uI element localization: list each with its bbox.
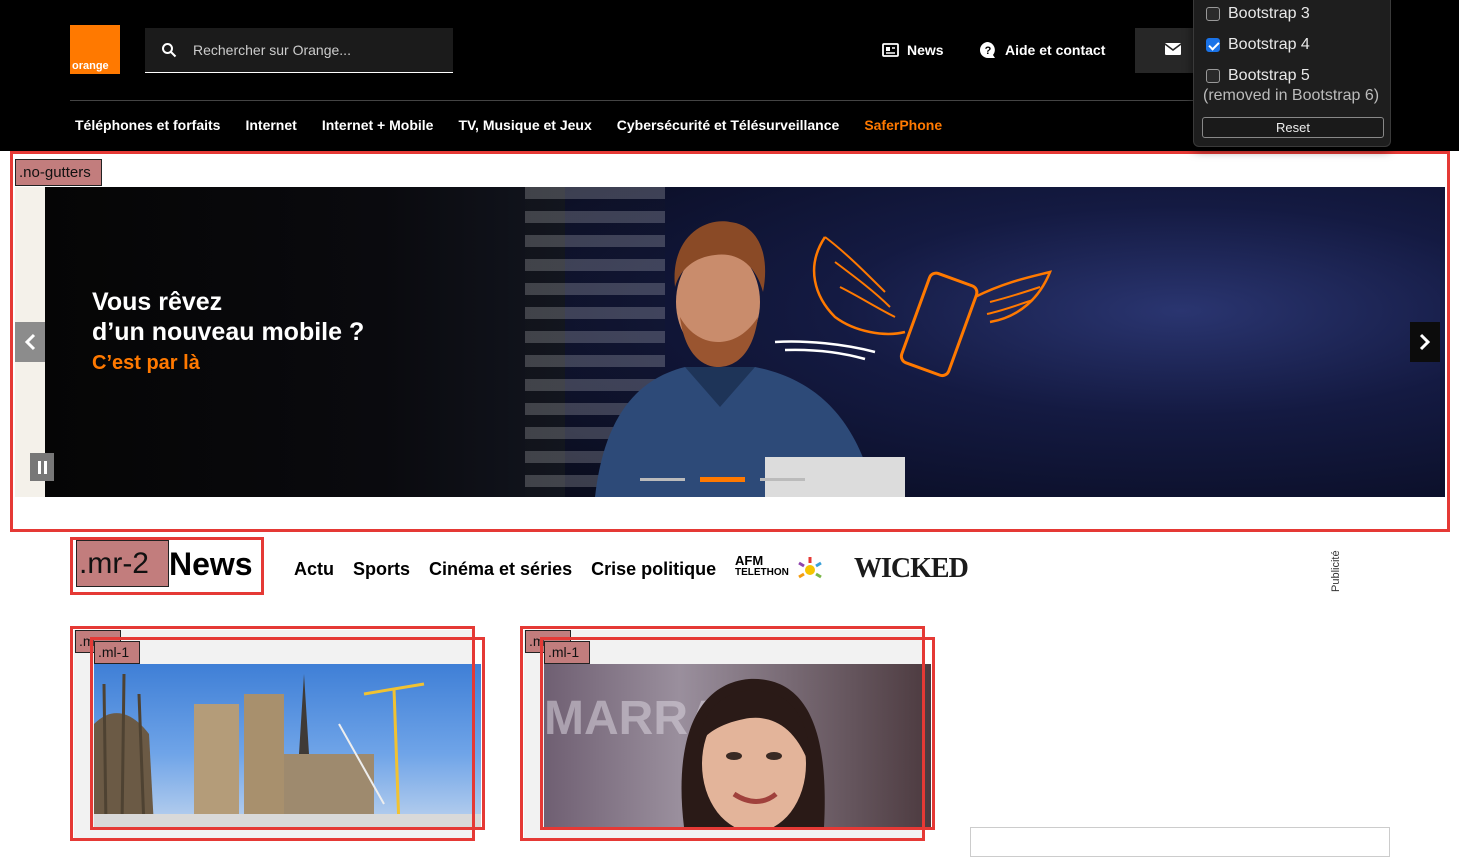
news-link[interactable]: News [882,40,944,60]
logo-text: orange [72,60,109,72]
news-section-title: News [169,546,253,582]
no-gutters-label: .no-gutters [15,159,102,186]
main-nav: Téléphones et forfaits Internet Internet… [75,117,942,133]
news-nav-sports[interactable]: Sports [353,559,410,580]
ad-box[interactable] [970,827,1390,857]
help-link-label: Aide et contact [1005,42,1106,58]
ad-label: Publicité [1330,550,1342,592]
help-bubble-icon: ? [980,42,995,58]
news-link-label: News [907,42,944,58]
mr-2-label: .mr-2 [76,540,169,587]
nav-telephones-forfaits[interactable]: Téléphones et forfaits [75,117,220,133]
no-gutters-outline [10,151,1450,532]
telethon-sun-icon [798,557,822,579]
nav-cybersecurite[interactable]: Cybersécurité et Télésurveillance [617,117,840,133]
newspaper-icon [882,43,899,57]
bootstrap-3-checkbox[interactable] [1206,7,1220,21]
nav-tv-musique-jeux[interactable]: TV, Musique et Jeux [458,117,591,133]
news-nav-actu[interactable]: Actu [294,559,334,580]
nav-saferphone[interactable]: SaferPhone [864,117,942,133]
orange-logo[interactable]: orange [70,25,120,74]
svg-text:?: ? [985,45,992,57]
bootstrap-version-panel: Bootstrap 3 Bootstrap 4 Bootstrap 5 (rem… [1193,0,1391,147]
news-nav: Actu Sports Cinéma et séries Crise polit… [294,559,716,580]
bootstrap-4-checkbox[interactable] [1206,38,1220,52]
news-nav-crise-politique[interactable]: Crise politique [591,559,716,580]
ml-1-outline-1 [90,637,485,830]
bootstrap-3-label: Bootstrap 3 [1228,5,1310,22]
search-input[interactable] [193,38,443,62]
help-link[interactable]: ? Aide et contact [979,40,1105,60]
search-box[interactable] [145,28,453,73]
ml-1-label-1: .ml-1 [94,641,140,664]
reset-button[interactable]: Reset [1202,117,1384,138]
bootstrap-4-label: Bootstrap 4 [1228,36,1310,53]
mail-icon [1165,43,1181,55]
bootstrap-5-label: Bootstrap 5 [1228,67,1310,84]
bootstrap-5-checkbox[interactable] [1206,69,1220,83]
header-divider [70,100,1390,101]
bootstrap-5-note: (removed in Bootstrap 6) [1203,87,1380,104]
nav-internet-mobile[interactable]: Internet + Mobile [322,117,434,133]
afm-text: AFM [735,553,764,568]
bootstrap-3-option[interactable]: Bootstrap 3 [1206,5,1310,23]
search-icon [162,43,177,58]
bootstrap-5-option[interactable]: Bootstrap 5 [1206,67,1310,85]
news-nav-cinema-series[interactable]: Cinéma et séries [429,559,572,580]
bootstrap-4-option[interactable]: Bootstrap 4 [1206,36,1310,54]
ml-1-outline-2 [540,637,935,830]
ml-1-label-2: .ml-1 [544,641,590,664]
wicked-logo[interactable]: WICKED [854,553,969,585]
telethon-text: TELETHON [735,567,789,578]
afm-telethon-logo[interactable]: AFM TELETHON [735,553,825,585]
nav-internet[interactable]: Internet [245,117,296,133]
